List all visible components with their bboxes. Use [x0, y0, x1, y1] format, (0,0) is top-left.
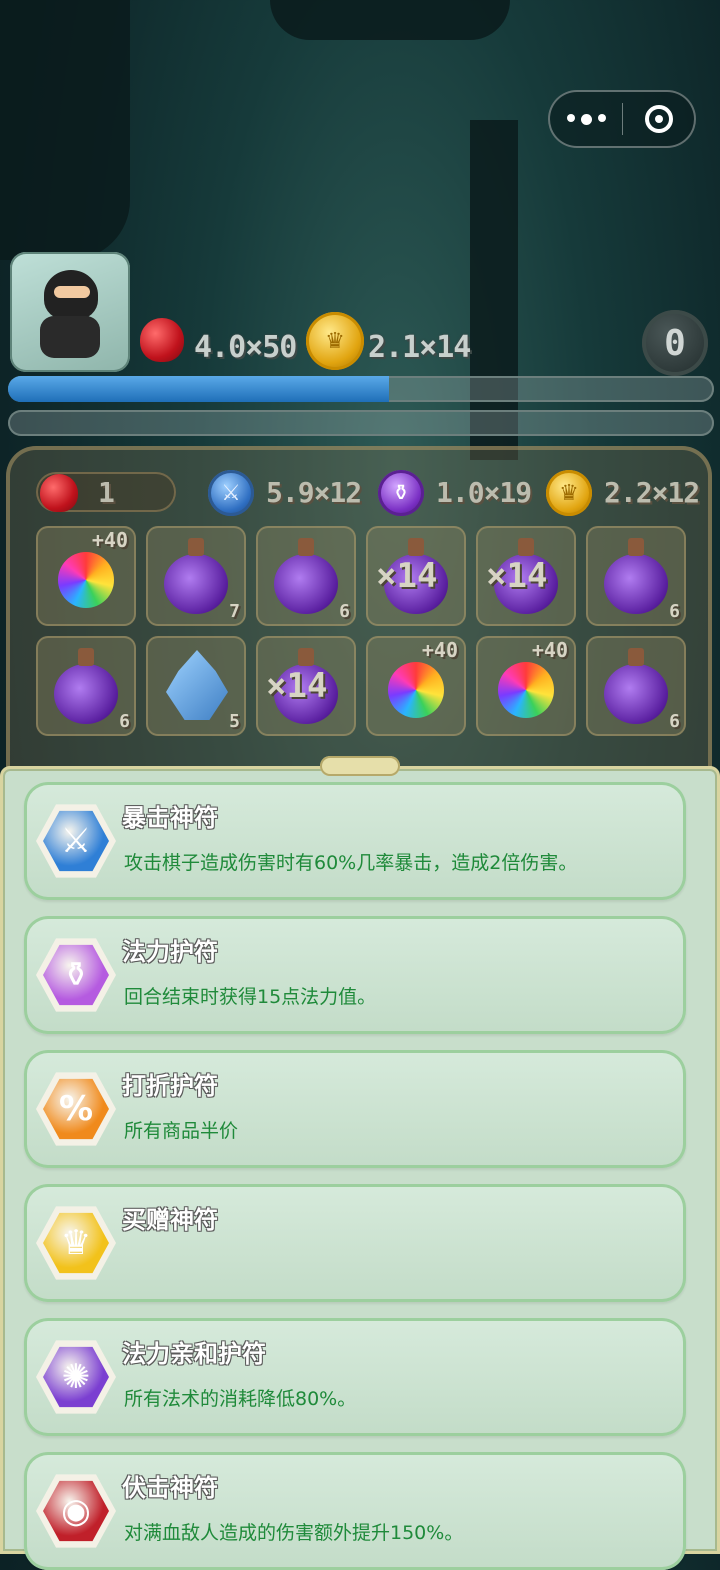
- count-label: 5: [229, 711, 240, 732]
- amulet-description: 对满血敌人造成的伤害额外提升150%。: [124, 1522, 464, 1544]
- amulet-card[interactable]: ⚱ 法力护符回合结束时获得15点法力值。: [24, 916, 686, 1034]
- ninja-face-icon: ◉: [36, 1474, 116, 1548]
- rainbow-swirl-icon: [498, 662, 554, 718]
- board-cell[interactable]: ×14: [366, 526, 466, 626]
- board-cell[interactable]: +40: [36, 526, 136, 626]
- potion-icon: [54, 648, 118, 724]
- amulet-title: 法力护符: [122, 938, 218, 966]
- mana-potion-small-icon: ⚱: [378, 470, 424, 516]
- gold-value: 2.2×12: [604, 476, 700, 509]
- attack-value: 5.9×12: [266, 476, 362, 509]
- board-cell[interactable]: ×14: [476, 526, 576, 626]
- mana-value: 1.0×19: [436, 476, 532, 509]
- board-cell[interactable]: 6: [256, 526, 356, 626]
- sword-icon: ⚔: [208, 470, 254, 516]
- hp-stat: 4.0×50: [194, 330, 297, 365]
- multiplier-label: ×14: [376, 556, 438, 596]
- ninja-body: [40, 316, 100, 358]
- heart-icon: [40, 474, 78, 512]
- amulet-card[interactable]: ♛ 买赠神符: [24, 1184, 686, 1302]
- board-cell[interactable]: 6: [36, 636, 136, 736]
- miniprogram-capsule: [548, 90, 696, 148]
- amulet-card[interactable]: ✺ 法力亲和护符所有法术的消耗降低80%。: [24, 1318, 686, 1436]
- amulet-title: 法力亲和护符: [122, 1340, 266, 1368]
- multiplier-label: ×14: [486, 556, 548, 596]
- amulet-card[interactable]: ⚔ 暴击神符攻击棋子造成伤害时有60%几率暴击，造成2倍伤害。: [24, 782, 686, 900]
- board-cell[interactable]: +40: [366, 636, 466, 736]
- background-tree: [270, 0, 510, 40]
- player-avatar[interactable]: [10, 252, 130, 372]
- board-cell[interactable]: 5: [146, 636, 246, 736]
- board-cell[interactable]: +40: [476, 636, 576, 736]
- gold-crown-coin-icon: ♛: [36, 1206, 116, 1280]
- count-label: 6: [669, 601, 680, 622]
- ice-crystal-icon: [166, 650, 228, 720]
- gold-stat: 2.1×14: [368, 330, 471, 365]
- hearts-value: 1: [98, 476, 115, 509]
- background-tree: [470, 120, 518, 460]
- progress-bar: [8, 376, 714, 402]
- board-cell[interactable]: ×14: [256, 636, 356, 736]
- amulet-card[interactable]: ◉ 伏击神符对满血敌人造成的伤害额外提升150%。: [24, 1452, 686, 1570]
- count-label: 7: [229, 601, 240, 622]
- arcane-sigil-icon: ✺: [36, 1340, 116, 1414]
- board-cell[interactable]: 6: [586, 636, 686, 736]
- amulet-description: 所有法术的消耗降低80%。: [124, 1388, 357, 1410]
- panel-ornament: [320, 756, 400, 776]
- more-icon[interactable]: [550, 113, 622, 125]
- count-label: 6: [669, 711, 680, 732]
- crossed-swords-icon: ⚔: [36, 804, 116, 878]
- sales-tag-icon: %: [36, 1072, 116, 1146]
- rainbow-swirl-icon: [388, 662, 444, 718]
- amulet-description: 所有商品半价: [124, 1120, 239, 1142]
- amulet-description: 攻击棋子造成伤害时有60%几率暴击，造成2倍伤害。: [124, 852, 578, 874]
- amulet-title: 伏击神符: [122, 1474, 218, 1502]
- secondary-bar: [8, 410, 714, 436]
- bonus-label: +40: [531, 638, 568, 662]
- progress-fill: [8, 376, 390, 402]
- board-cell[interactable]: 6: [586, 526, 686, 626]
- count-label: 6: [339, 601, 350, 622]
- bonus-label: +40: [91, 528, 128, 552]
- close-target-icon[interactable]: [623, 105, 694, 133]
- amulet-card[interactable]: % 打折护符所有商品半价: [24, 1050, 686, 1168]
- multiplier-label: ×14: [266, 666, 328, 706]
- potion-icon: [604, 648, 668, 724]
- background-tree: [0, 0, 130, 260]
- rainbow-swirl-icon: [58, 552, 114, 608]
- potion-icon: [164, 538, 228, 614]
- gold-small-icon: ♛: [546, 470, 592, 516]
- bonus-label: +40: [421, 638, 458, 662]
- gold-coin-icon: ♛: [306, 312, 364, 370]
- count-label: 6: [119, 711, 130, 732]
- amulet-title: 暴击神符: [122, 804, 218, 832]
- counter-badge[interactable]: 0: [642, 310, 708, 376]
- potion-icon: [274, 538, 338, 614]
- board-cell[interactable]: 7: [146, 526, 246, 626]
- ninja-eyes: [54, 286, 90, 298]
- amulet-description: 回合结束时获得15点法力值。: [124, 986, 377, 1008]
- potion-icon: [604, 538, 668, 614]
- hp-potion-icon: [140, 318, 184, 362]
- mana-potion-icon: ⚱: [36, 938, 116, 1012]
- amulet-title: 买赠神符: [122, 1206, 218, 1234]
- amulet-title: 打折护符: [122, 1072, 218, 1100]
